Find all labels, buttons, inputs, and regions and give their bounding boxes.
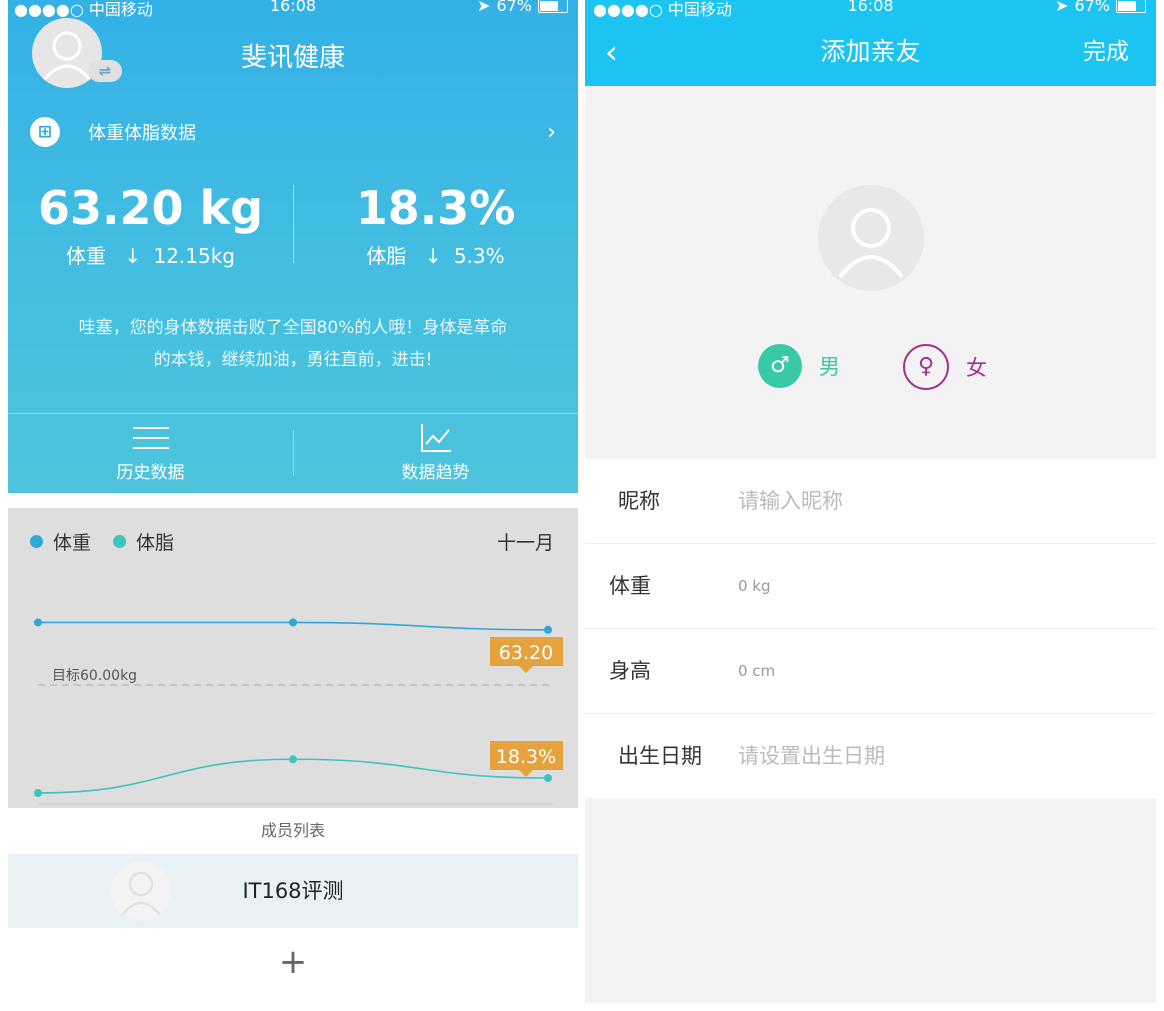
member-list-title: 成员列表: [8, 808, 578, 854]
weight-label: 体重: [65, 244, 106, 268]
location-icon: ➤: [1055, 0, 1069, 15]
weight-value: 63.20 kg: [37, 181, 264, 235]
arrow-down-icon: ↓: [424, 244, 442, 268]
scale-icon: ⊞: [30, 117, 60, 147]
history-button[interactable]: 历史数据: [8, 416, 293, 493]
fat-change: 5.3%: [453, 244, 505, 268]
list-icon: [132, 427, 169, 449]
battery-icon: [538, 0, 568, 13]
status-bar: ●●●●○ 中国移动 16:08 ➤ 67%: [585, 0, 1156, 19]
nickname-input[interactable]: 请输入昵称: [738, 459, 843, 543]
left-screen: ●●●●○ 中国移动 16:08 ➤ 67% ⇌ 斐讯健康 ⊞ 体重体脂数据 ›…: [8, 0, 578, 1011]
birthday-label: 出生日期: [618, 744, 702, 768]
height-row[interactable]: 身高 0 cm: [585, 629, 1156, 714]
weight-latest-label: 63.20: [499, 642, 553, 664]
body-data-row[interactable]: ⊞ 体重体脂数据 ›: [30, 115, 556, 149]
series-line-1: [37, 758, 549, 794]
male-option[interactable]: ♂ 男: [758, 344, 840, 388]
gender-selector: ♂ 男 ♀ 女: [585, 344, 1156, 390]
chart-plot: 目标60.00kg 63.20 18.3%: [34, 618, 563, 805]
battery-percent: 67%: [1074, 0, 1110, 15]
series-1-point: [289, 755, 297, 764]
height-field[interactable]: 0 cm: [738, 629, 775, 713]
battery-percent: 67%: [496, 0, 532, 15]
female-icon: ♀: [903, 344, 949, 390]
female-label: 女: [966, 356, 987, 380]
right-screen: ●●●●○ 中国移动 16:08 ➤ 67% ‹ 添加亲友 完成 ♂ 男 ♀ 女: [585, 0, 1156, 1003]
weight-row[interactable]: 体重 0 kg: [585, 544, 1156, 629]
done-button[interactable]: 完成: [1083, 34, 1129, 70]
arrow-down-icon: ↓: [124, 244, 142, 268]
chevron-right-icon: ›: [547, 119, 556, 145]
location-icon: ➤: [477, 0, 491, 15]
fat-latest-label: 18.3%: [496, 746, 556, 768]
body-data-label: 体重体脂数据: [88, 123, 196, 144]
birthday-row[interactable]: 出生日期 请设置出生日期: [585, 714, 1156, 798]
nav-bar: ●●●●○ 中国移动 16:08 ➤ 67% ‹ 添加亲友 完成: [585, 0, 1156, 86]
fat-value: 18.3%: [355, 181, 516, 235]
series-1-point: [34, 789, 42, 797]
member-row[interactable]: IT168评测: [8, 854, 578, 928]
series-1-point: [544, 774, 552, 782]
series-0-point: [544, 625, 552, 634]
history-label: 历史数据: [116, 463, 185, 483]
trend-chart-icon: [420, 424, 451, 452]
male-icon: ♂: [758, 344, 802, 388]
avatar[interactable]: [818, 185, 924, 291]
series-0-point: [289, 618, 297, 627]
trend-button[interactable]: 数据趋势: [293, 416, 578, 493]
height-label: 身高: [609, 659, 651, 683]
profile-form: 昵称 请输入昵称 体重 0 kg 身高 0 cm 出生日期 请设置出生日期: [585, 459, 1156, 798]
series-0-point: [34, 618, 42, 627]
weight-label: 体重: [609, 574, 651, 598]
encouragement-message: 哇塞，您的身体数据击败了全国80%的人哦！身体是革命 的本钱，继续加油，勇往直前…: [78, 318, 508, 370]
weight-change: 12.15kg: [153, 244, 236, 268]
trend-label: 数据趋势: [401, 463, 470, 483]
nickname-label: 昵称: [618, 489, 660, 513]
nickname-row[interactable]: 昵称 请输入昵称: [585, 459, 1156, 544]
add-member-icon[interactable]: +: [8, 942, 578, 982]
status-bar: ●●●●○ 中国移动 16:08 ➤ 67%: [8, 0, 578, 19]
user-icon: [838, 208, 904, 279]
fat-latest-tag: 18.3%: [490, 741, 563, 777]
header-panel: ●●●●○ 中国移动 16:08 ➤ 67% ⇌ 斐讯健康 ⊞ 体重体脂数据 ›…: [8, 0, 578, 493]
fat-block: 18.3% 体脂 ↓ 5.3%: [293, 180, 578, 269]
weight-block: 63.20 kg 体重 ↓ 12.15kg: [8, 180, 293, 269]
page-title: 添加亲友: [820, 37, 921, 66]
battery-icon: [1116, 0, 1146, 13]
female-option[interactable]: ♀ 女: [903, 344, 987, 390]
target-label: 目标60.00kg: [52, 668, 137, 684]
weight-latest-tag: 63.20: [490, 637, 563, 673]
page-title: 斐讯健康: [240, 43, 345, 73]
birthday-field[interactable]: 请设置出生日期: [738, 714, 885, 798]
fat-label: 体脂: [366, 244, 407, 268]
male-label: 男: [819, 355, 840, 379]
trend-chart: 体重 体脂 十一月 目标60.00kg 63.20 18.3%: [8, 508, 578, 808]
member-name: IT168评测: [242, 879, 344, 903]
weight-field[interactable]: 0 kg: [738, 544, 771, 628]
